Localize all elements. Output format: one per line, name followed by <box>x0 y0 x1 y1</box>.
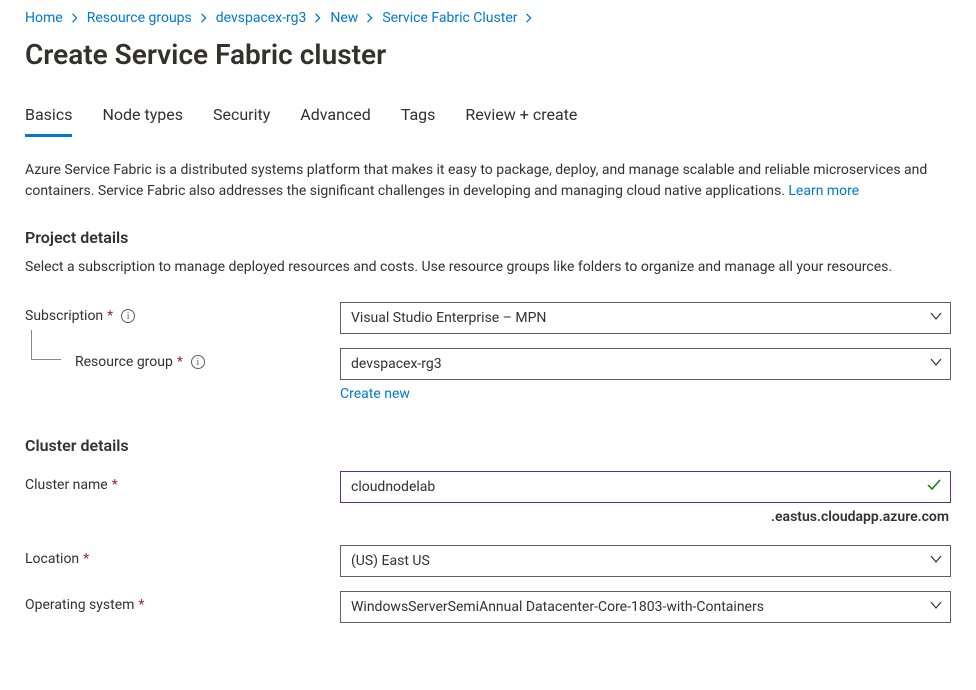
operating-system-select[interactable]: WindowsServerSemiAnnual Datacenter-Core-… <box>340 591 951 623</box>
operating-system-label: Operating system * <box>25 591 340 613</box>
operating-system-value: WindowsServerSemiAnnual Datacenter-Core-… <box>351 599 764 615</box>
chevron-right-icon <box>200 13 208 23</box>
required-indicator: * <box>83 551 89 567</box>
resource-group-value: devspacex-rg3 <box>351 356 442 372</box>
resource-group-select[interactable]: devspacex-rg3 <box>340 348 951 380</box>
required-indicator: * <box>177 354 183 370</box>
location-value: (US) East US <box>351 553 430 569</box>
chevron-down-icon <box>930 599 942 615</box>
dns-suffix: .eastus.cloudapp.azure.com <box>340 509 951 525</box>
location-label-text: Location <box>25 551 79 567</box>
tab-node-types[interactable]: Node types <box>102 99 183 137</box>
breadcrumb-resource-groups[interactable]: Resource groups <box>87 10 192 26</box>
subscription-label-text: Subscription <box>25 308 103 324</box>
tab-tags[interactable]: Tags <box>401 99 436 137</box>
operating-system-row: Operating system * WindowsServerSemiAnnu… <box>25 591 951 623</box>
resource-group-row: Resource group * i devspacex-rg3 Create … <box>25 348 951 402</box>
create-new-link[interactable]: Create new <box>340 386 410 402</box>
cluster-details-heading: Cluster details <box>25 436 951 455</box>
subscription-value: Visual Studio Enterprise – MPN <box>351 310 546 326</box>
resource-group-label: Resource group * i <box>25 348 340 370</box>
cluster-name-label-text: Cluster name <box>25 477 108 493</box>
subscription-row: Subscription * i Visual Studio Enterpris… <box>25 302 951 334</box>
checkmark-icon <box>926 477 942 497</box>
hierarchy-elbow-icon <box>31 330 61 360</box>
chevron-right-icon <box>525 13 533 23</box>
project-details-heading: Project details <box>25 228 951 247</box>
page-title: Create Service Fabric cluster <box>25 38 951 71</box>
cluster-name-row: Cluster name * cloudnodelab .eastus.clou… <box>25 471 951 525</box>
chevron-down-icon <box>930 310 942 326</box>
required-indicator: * <box>112 477 118 493</box>
subscription-select[interactable]: Visual Studio Enterprise – MPN <box>340 302 951 334</box>
cluster-name-input[interactable]: cloudnodelab <box>340 471 951 503</box>
chevron-down-icon <box>930 356 942 372</box>
chevron-right-icon <box>71 13 79 23</box>
chevron-down-icon <box>930 553 942 569</box>
breadcrumb-new[interactable]: New <box>330 10 358 26</box>
breadcrumb-devspacex-rg3[interactable]: devspacex-rg3 <box>216 10 307 26</box>
breadcrumb: Home Resource groups devspacex-rg3 New S… <box>25 10 951 26</box>
project-details-desc: Select a subscription to manage deployed… <box>25 257 951 278</box>
tab-advanced[interactable]: Advanced <box>300 99 371 137</box>
intro-text: Azure Service Fabric is a distributed sy… <box>25 160 951 202</box>
operating-system-label-text: Operating system <box>25 597 134 613</box>
required-indicator: * <box>107 308 113 324</box>
location-select[interactable]: (US) East US <box>340 545 951 577</box>
resource-group-label-text: Resource group <box>75 354 173 370</box>
location-label: Location * <box>25 545 340 567</box>
breadcrumb-service-fabric-cluster[interactable]: Service Fabric Cluster <box>382 10 517 26</box>
required-indicator: * <box>138 597 144 613</box>
subscription-label: Subscription * i <box>25 302 340 324</box>
cluster-name-value: cloudnodelab <box>351 479 435 495</box>
breadcrumb-home[interactable]: Home <box>25 10 63 26</box>
info-icon[interactable]: i <box>121 309 135 323</box>
chevron-right-icon <box>366 13 374 23</box>
cluster-name-label: Cluster name * <box>25 471 340 493</box>
info-icon[interactable]: i <box>191 355 205 369</box>
tab-strip: Basics Node types Security Advanced Tags… <box>25 99 951 138</box>
tab-basics[interactable]: Basics <box>25 99 72 137</box>
tab-review-create[interactable]: Review + create <box>465 99 577 137</box>
learn-more-link[interactable]: Learn more <box>788 183 859 199</box>
tab-security[interactable]: Security <box>213 99 270 137</box>
chevron-right-icon <box>314 13 322 23</box>
location-row: Location * (US) East US <box>25 545 951 577</box>
